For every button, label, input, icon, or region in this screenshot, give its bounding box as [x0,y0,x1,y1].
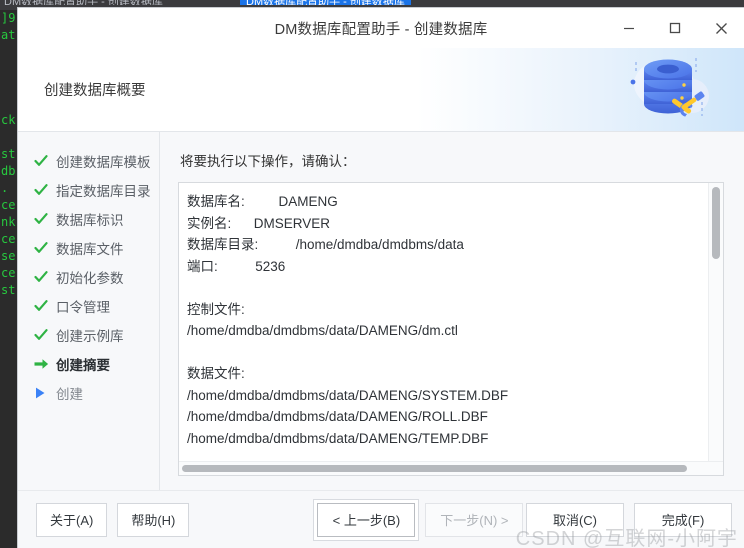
create-database-dialog: DM数据库配置助手 - 创建数据库 创建数据库概要 创建数据库模板 指定数据库目… [18,8,744,548]
confirm-label: 将要执行以下操作，请确认： [180,154,356,169]
minimize-button[interactable] [606,8,652,48]
sidebar-item-label: 创建示例库 [56,328,124,344]
sidebar-item-create-template[interactable]: 创建数据库模板 [18,146,159,175]
dialog-body: 创建数据库模板 指定数据库目录 数据库标识 数据库文件 初始化参数 口令管理 创… [18,132,744,490]
summary-vertical-scroll-thumb[interactable] [712,187,720,259]
check-icon [34,183,52,197]
back-button[interactable]: < 上一步(B) [317,502,416,537]
summary-horizontal-scroll-thumb[interactable] [182,465,687,472]
sidebar-item-label: 指定数据库目录 [56,183,151,199]
check-icon [34,328,52,342]
about-button[interactable]: 关于(A) [36,502,108,537]
sidebar-item-database-identity[interactable]: 数据库标识 [18,204,159,233]
help-button[interactable]: 帮助(H) [117,502,190,537]
sidebar-item-init-params[interactable]: 初始化参数 [18,262,159,291]
check-icon [34,299,52,313]
sidebar-item-password-management[interactable]: 口令管理 [18,291,159,320]
dialog-footer: 关于(A) 帮助(H) < 上一步(B) 下一步(N) > 取消(C) 完成(F… [18,490,744,548]
sidebar-item-label: 创建 [56,386,83,402]
sidebar-item-label: 数据库标识 [56,212,124,228]
check-icon [34,212,52,226]
page-title: 创建数据库概要 [44,83,146,99]
summary-scroll-area: 数据库名: DAMENG 实例名: DMSERVER 数据库目录: /home/… [179,183,723,461]
maximize-button[interactable] [652,8,698,48]
maximize-icon [669,22,681,34]
footer-right-group: 取消(C) 完成(F) [526,502,732,537]
check-icon [34,241,52,255]
close-button[interactable] [698,8,744,48]
finish-button[interactable]: 完成(F) [634,502,732,537]
desktop-background: DM数据库配置助手 - 创建数据库 DM数据库配置助手 - 创建数据库 ]9 a… [0,0,744,548]
arrow-right-icon [34,357,52,371]
summary-horizontal-scrollbar[interactable] [179,461,723,475]
sidebar-item-create[interactable]: 创建 [18,378,159,407]
dialog-title-bar[interactable]: DM数据库配置助手 - 创建数据库 [18,8,744,48]
summary-text: 数据库名: DAMENG 实例名: DMSERVER 数据库目录: /home/… [187,194,509,446]
sidebar-item-create-summary[interactable]: 创建摘要 [18,349,159,378]
sidebar-item-label: 创建数据库模板 [56,154,151,170]
triangle-right-icon [34,386,52,400]
cancel-button[interactable]: 取消(C) [526,502,624,537]
page-banner: 创建数据库概要 [18,48,744,132]
summary-textarea[interactable]: 数据库名: DAMENG 实例名: DMSERVER 数据库目录: /home/… [178,182,724,476]
summary-vertical-scrollbar[interactable] [708,183,723,461]
wizard-steps-sidebar: 创建数据库模板 指定数据库目录 数据库标识 数据库文件 初始化参数 口令管理 创… [18,132,160,490]
browser-tab-active[interactable]: DM数据库配置助手 - 创建数据库 [240,0,411,5]
close-icon [715,22,728,35]
database-wrench-icon [606,48,726,131]
browser-tab-inactive[interactable]: DM数据库配置助手 - 创建数据库 [4,0,163,5]
minimize-icon [623,22,635,34]
sidebar-item-specify-directory[interactable]: 指定数据库目录 [18,175,159,204]
sidebar-item-label: 创建摘要 [56,357,110,373]
sidebar-item-database-files[interactable]: 数据库文件 [18,233,159,262]
summary-panel: 将要执行以下操作，请确认： 数据库名: DAMENG 实例名: DMSERVER… [160,132,744,490]
sidebar-item-create-sample-db[interactable]: 创建示例库 [18,320,159,349]
next-button: 下一步(N) > [425,502,524,537]
check-icon [34,270,52,284]
window-controls [606,8,744,48]
sidebar-item-label: 数据库文件 [56,241,124,257]
check-icon [34,154,52,168]
sidebar-item-label: 口令管理 [56,299,110,315]
sidebar-item-label: 初始化参数 [56,270,124,286]
